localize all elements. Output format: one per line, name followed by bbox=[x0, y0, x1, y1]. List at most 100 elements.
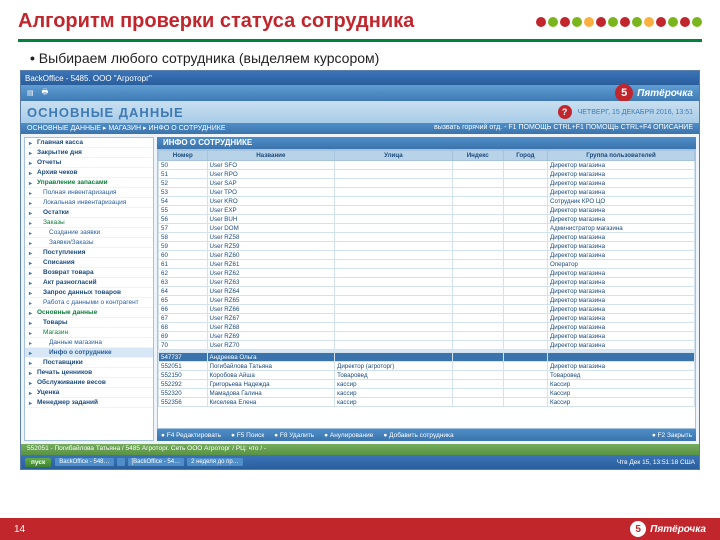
action-button[interactable]: ● Анулирование bbox=[324, 432, 373, 439]
footer-brand: Пятёрочка bbox=[650, 524, 706, 535]
table-row[interactable]: 64User RZ64Директор магазина bbox=[159, 287, 695, 296]
toolbar-icon[interactable]: ▤ bbox=[27, 89, 34, 97]
window-titlebar: BackOffice - 5485. ООО "Агроторг" bbox=[21, 71, 699, 85]
app-window: BackOffice - 5485. ООО "Агроторг" ▤ 🖶 5 … bbox=[20, 70, 700, 470]
sidebar-item[interactable]: ▸Данные магазина bbox=[25, 338, 153, 348]
employee-table[interactable]: НомерНазваниеУлицаИндексГородГруппа поль… bbox=[158, 150, 695, 407]
column-header[interactable]: Номер bbox=[159, 151, 208, 161]
column-header[interactable]: Город bbox=[503, 151, 547, 161]
table-row[interactable]: 552320Мамадова ГалинакассирКассир bbox=[159, 389, 695, 398]
table-row[interactable]: 53User TPOДиректор магазина bbox=[159, 188, 695, 197]
sidebar-item[interactable]: ▸Возврат товара bbox=[25, 268, 153, 278]
page-number: 14 bbox=[14, 524, 25, 535]
table-row[interactable]: 65User RZ65Директор магазина bbox=[159, 296, 695, 305]
sidebar-item[interactable]: ▸Списания bbox=[25, 258, 153, 268]
sidebar-item[interactable]: ▸Менеджер заданий bbox=[25, 398, 153, 408]
sidebar-item[interactable]: ▸Заказы bbox=[25, 218, 153, 228]
sidebar-item[interactable]: ▸Главная касса bbox=[25, 138, 153, 148]
table-row[interactable]: 66User RZ66Директор магазина bbox=[159, 305, 695, 314]
table-row[interactable]: 51User RPOДиректор магазина bbox=[159, 170, 695, 179]
footer-logo-icon: 5 bbox=[630, 521, 646, 537]
taskbar-item[interactable]: [BackOffice - 54… bbox=[128, 458, 185, 466]
column-header[interactable]: Название bbox=[207, 151, 335, 161]
module-title: ОСНОВНЫЕ ДАННЫЕ bbox=[27, 105, 184, 120]
sidebar-item[interactable]: ▸Управление запасами bbox=[25, 178, 153, 188]
start-button[interactable]: пуск bbox=[25, 458, 51, 467]
column-header[interactable]: Индекс bbox=[452, 151, 503, 161]
table-row[interactable]: 61User RZ61Оператор bbox=[159, 260, 695, 269]
action-button[interactable]: ● F4 Редактировать bbox=[161, 432, 221, 439]
system-tray: Чтв Дек 15, 13:51:18 США bbox=[617, 459, 695, 466]
column-header[interactable]: Улица bbox=[335, 151, 453, 161]
action-button[interactable]: ● F5 Поиск bbox=[231, 432, 264, 439]
sidebar-item[interactable]: ▸Печать ценников bbox=[25, 368, 153, 378]
brand-logo-icon: 5 bbox=[615, 84, 633, 102]
toolbar-icon[interactable]: 🖶 bbox=[42, 88, 49, 99]
sidebar-item[interactable]: ▸Инфо о сотруднике bbox=[25, 348, 153, 358]
table-row[interactable]: 67User RZ67Директор магазина bbox=[159, 314, 695, 323]
slide-bullet: Выбираем любого сотрудника (выделяем кур… bbox=[30, 50, 690, 66]
taskbar-item[interactable] bbox=[117, 458, 125, 466]
table-row[interactable]: 59User RZ59Директор магазина bbox=[159, 242, 695, 251]
table-row[interactable]: 60User RZ60Директор магазина bbox=[159, 251, 695, 260]
nav-sidebar[interactable]: ▸Главная касса▸Закрытие дня▸Отчеты▸Архив… bbox=[24, 137, 154, 441]
title-rule bbox=[18, 39, 702, 42]
table-row[interactable]: 58User RZ58Директор магазина bbox=[159, 233, 695, 242]
breadcrumb-path: ОСНОВНЫЕ ДАННЫЕ ▸ МАГАЗИН ▸ ИНФО О СОТРУ… bbox=[27, 124, 226, 133]
sidebar-item[interactable]: ▸Акт разногласий bbox=[25, 278, 153, 288]
table-row[interactable]: 547737Андреева Ольга bbox=[159, 353, 695, 362]
table-row[interactable]: 552292Григорьева НадеждакассирКассир bbox=[159, 380, 695, 389]
table-row[interactable]: 552356Киселева ЕленакассирКассир bbox=[159, 398, 695, 407]
action-button[interactable]: ● F8 Удалить bbox=[274, 432, 314, 439]
sidebar-item[interactable]: ▸Отчеты bbox=[25, 158, 153, 168]
sidebar-item[interactable]: ▸Создание заявки bbox=[25, 228, 153, 238]
table-row[interactable]: 63User RZ63Директор магазина bbox=[159, 278, 695, 287]
content-title: ИНФО О СОТРУДНИКЕ bbox=[157, 137, 696, 149]
sidebar-item[interactable]: ▸Полная инвентаризация bbox=[25, 188, 153, 198]
table-row[interactable]: 62User RZ62Директор магазина bbox=[159, 269, 695, 278]
close-button[interactable]: ● F2 Закрыть bbox=[652, 432, 692, 439]
content-pane: ИНФО О СОТРУДНИКЕ НомерНазваниеУлицаИнде… bbox=[157, 137, 696, 441]
sidebar-item[interactable]: ▸Остатки bbox=[25, 208, 153, 218]
table-row[interactable]: 52User SAPДиректор магазина bbox=[159, 179, 695, 188]
employee-grid[interactable]: НомерНазваниеУлицаИндексГородГруппа поль… bbox=[157, 149, 696, 429]
sidebar-item[interactable]: ▸Обслуживание весов bbox=[25, 378, 153, 388]
table-row[interactable]: 57User DOMАдминистратор магазина bbox=[159, 224, 695, 233]
table-row[interactable]: 552150Коробова АйшаТовароведТоваровед bbox=[159, 371, 695, 380]
help-icon[interactable]: ? bbox=[558, 105, 572, 119]
sidebar-item[interactable]: ▸Работа с данными о контрагент bbox=[25, 298, 153, 308]
help-hint: вызвать горячий отд. - F1 ПОМОЩЬ CTRL+F1… bbox=[434, 124, 693, 133]
sidebar-item[interactable]: ▸Уценка bbox=[25, 388, 153, 398]
sidebar-item[interactable]: ▸Заявки/Заказы bbox=[25, 238, 153, 248]
table-row[interactable]: 56User BUHДиректор магазина bbox=[159, 215, 695, 224]
sidebar-item[interactable]: ▸Запрос данных товаров bbox=[25, 288, 153, 298]
taskbar-item[interactable]: 2 неделя до пр… bbox=[187, 458, 243, 466]
table-row[interactable]: 50User SFOДиректор магазина bbox=[159, 161, 695, 170]
window-title: BackOffice - 5485. ООО "Агроторг" bbox=[25, 74, 152, 83]
sidebar-item[interactable]: ▸Товары bbox=[25, 318, 153, 328]
slide-title: Алгоритм проверки статуса сотрудника bbox=[18, 10, 414, 33]
sidebar-item[interactable]: ▸Основные данные bbox=[25, 308, 153, 318]
action-button[interactable]: ● Добавить сотрудника bbox=[383, 432, 453, 439]
column-header[interactable]: Группа пользователей bbox=[548, 151, 695, 161]
table-row[interactable]: 552051Погибайлова ТатьянаДиректор (агрот… bbox=[159, 362, 695, 371]
sidebar-item[interactable]: ▸Локальная инвентаризация bbox=[25, 198, 153, 208]
slide-footer: 14 5 Пятёрочка bbox=[0, 518, 720, 540]
table-row[interactable]: 55User EXPДиректор магазина bbox=[159, 206, 695, 215]
sidebar-item[interactable]: ▸Закрытие дня bbox=[25, 148, 153, 158]
table-row[interactable]: 54User KROСотрудник КРО ЦО bbox=[159, 197, 695, 206]
sidebar-item[interactable]: ▸Поставщики bbox=[25, 358, 153, 368]
breadcrumb: ОСНОВНЫЕ ДАННЫЕ ▸ МАГАЗИН ▸ ИНФО О СОТРУ… bbox=[21, 123, 699, 134]
sidebar-item[interactable]: ▸Поступления bbox=[25, 248, 153, 258]
table-row[interactable]: 68User RZ68Директор магазина bbox=[159, 323, 695, 332]
brand-dots bbox=[536, 17, 702, 27]
sidebar-item[interactable]: ▸Архив чеков bbox=[25, 168, 153, 178]
datetime-label: ЧЕТВЕРГ, 15 ДЕКАБРЯ 2016, 13:51 bbox=[578, 109, 693, 116]
tray-clock: Чтв Дек 15, 13:51:18 США bbox=[617, 459, 695, 466]
taskbar-item[interactable]: BackOffice - 548… bbox=[55, 458, 113, 466]
main-banner: ОСНОВНЫЕ ДАННЫЕ ? ЧЕТВЕРГ, 15 ДЕКАБРЯ 20… bbox=[21, 101, 699, 123]
sidebar-item[interactable]: ▸Магазин bbox=[25, 328, 153, 338]
table-row[interactable]: 69User RZ69Директор магазина bbox=[159, 332, 695, 341]
table-row[interactable]: 70User RZ70Директор магазина bbox=[159, 341, 695, 350]
app-toolbar: ▤ 🖶 5 Пятёрочка bbox=[21, 85, 699, 101]
